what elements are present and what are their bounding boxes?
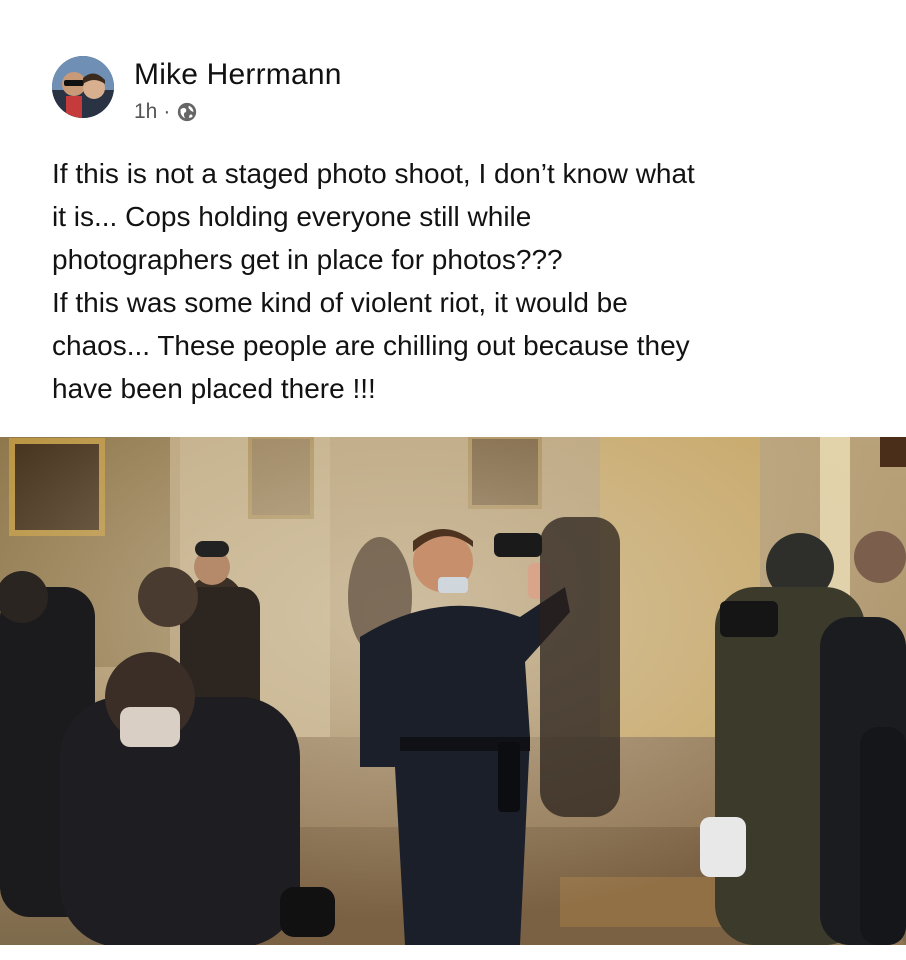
bottom-strip — [0, 945, 906, 960]
avatar[interactable] — [52, 56, 114, 118]
photo-image — [0, 437, 906, 945]
globe-icon[interactable] — [176, 101, 198, 123]
post-meta: 1h · — [134, 100, 198, 124]
post-photo[interactable] — [0, 437, 906, 945]
post-header: Mike Herrmann 1h · — [52, 52, 852, 124]
post-text: If this is not a staged photo shoot, I d… — [52, 158, 695, 404]
meta-separator: · — [163, 100, 171, 123]
post-time[interactable]: 1h — [134, 100, 157, 124]
author-name[interactable]: Mike Herrmann — [134, 58, 342, 92]
avatar-image — [52, 56, 114, 118]
post-card: Mike Herrmann 1h · If this is not a stag… — [0, 0, 906, 960]
